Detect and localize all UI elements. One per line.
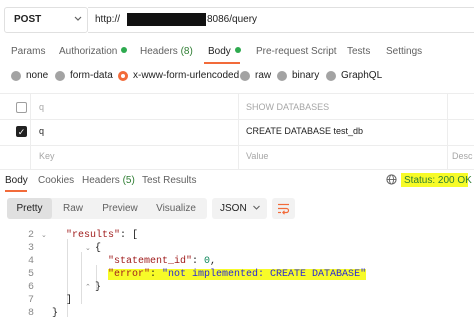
fold-icon[interactable]: ⌄	[41, 232, 49, 241]
json-punctuation: ,	[210, 256, 217, 267]
view-raw-button[interactable]: Raw	[53, 198, 93, 219]
code-line: 4 "statement_id": 0,	[0, 256, 474, 269]
tab-pre-request-script[interactable]: Pre-request Script	[256, 46, 337, 57]
wrap-lines-icon	[277, 202, 290, 218]
code-line: 5 "error": "not implemented: CREATE DATA…	[0, 269, 474, 282]
tab-settings[interactable]: Settings	[386, 46, 422, 57]
chevron-down-icon	[73, 12, 83, 29]
key-placeholder[interactable]: Key	[39, 151, 55, 161]
radio-x-www-form-urlencoded[interactable]: x-www-form-urlencoded	[118, 70, 239, 81]
radio-icon	[326, 70, 336, 81]
json-string: "not implemented: CREATE DATABASE"	[162, 269, 367, 280]
view-preview-button[interactable]: Preview	[95, 198, 145, 219]
code-line: 8 }	[0, 308, 474, 321]
tab-headers[interactable]: Headers (8)	[140, 46, 193, 57]
table-border	[0, 145, 474, 146]
description-placeholder[interactable]: Desc	[452, 151, 473, 161]
json-key: "statement_id"	[108, 256, 193, 267]
method-label: POST	[14, 14, 42, 25]
chevron-down-icon	[252, 202, 261, 216]
json-punctuation: }	[95, 282, 102, 293]
line-number: 3	[27, 243, 34, 254]
url-prefix: http://	[95, 14, 121, 25]
params-table: q SHOW DATABASES ✓ q CREATE DATABASE tes…	[0, 93, 474, 173]
table-border	[0, 93, 474, 94]
table-border	[0, 119, 474, 120]
highlighted-error-line: "error": "not implemented: CREATE DATABA…	[108, 269, 367, 280]
body-status-dot	[234, 47, 241, 53]
json-punctuation: ]	[66, 295, 73, 306]
code-line: 7 ]	[0, 295, 474, 308]
view-visualize-button[interactable]: Visualize	[147, 198, 205, 219]
line-number: 4	[27, 256, 34, 267]
radio-raw[interactable]: raw	[240, 70, 271, 81]
table-border	[0, 169, 474, 170]
tab-params[interactable]: Params	[11, 46, 45, 57]
table-divider	[238, 93, 239, 169]
value-placeholder[interactable]: Value	[246, 151, 268, 161]
format-label: JSON	[220, 203, 247, 214]
response-tab-headers[interactable]: Headers (5)	[82, 175, 135, 186]
line-number: 5	[27, 269, 34, 280]
radio-icon	[277, 70, 287, 81]
line-number: 6	[27, 282, 34, 293]
radio-graphql[interactable]: GraphQL	[326, 70, 382, 81]
json-punctuation: :	[150, 269, 163, 280]
tab-authorization[interactable]: Authorization	[59, 46, 128, 57]
response-tabs: Body Cookies Headers (5) Test Results St…	[0, 173, 474, 193]
format-select[interactable]: JSON	[212, 198, 267, 219]
url-bar: POST http:// 8086/query	[0, 4, 474, 34]
response-tab-body[interactable]: Body	[5, 175, 28, 186]
method-select[interactable]: POST	[4, 7, 88, 33]
json-punctuation: :	[192, 256, 205, 267]
active-tab-indicator	[5, 190, 27, 192]
response-body-code[interactable]: 2 ⌄ "results": [ 3 ⌄ { 4 "statement_id":…	[0, 224, 474, 325]
row-checkbox-checked[interactable]: ✓	[16, 126, 27, 137]
body-type-options: none form-data x-www-form-urlencoded raw…	[0, 70, 474, 86]
fold-icon[interactable]: ⌃	[85, 284, 93, 293]
fold-icon[interactable]: ⌄	[85, 245, 93, 254]
url-input[interactable]: http:// 8086/query	[88, 7, 474, 33]
tab-tests[interactable]: Tests	[347, 46, 370, 57]
row-key[interactable]: q	[39, 126, 44, 136]
json-key: "results"	[66, 230, 121, 241]
radio-form-data[interactable]: form-data	[55, 70, 113, 81]
json-punctuation: : [	[120, 230, 139, 241]
json-punctuation: {	[95, 243, 102, 254]
response-toolbar: Pretty Raw Preview Visualize JSON	[0, 195, 474, 223]
json-key: "error"	[108, 269, 151, 280]
status-badge[interactable]: Status: 200 OK	[404, 175, 472, 186]
url-redaction	[127, 13, 206, 26]
radio-none[interactable]: none	[11, 70, 48, 81]
response-tab-cookies[interactable]: Cookies	[38, 175, 74, 186]
line-number: 8	[27, 308, 34, 319]
row-key[interactable]: q	[39, 102, 44, 112]
auth-status-dot	[121, 47, 128, 53]
code-line: 2 ⌄ "results": [	[0, 230, 474, 243]
code-line: 3 ⌄ {	[0, 243, 474, 256]
radio-icon	[240, 70, 250, 81]
row-value[interactable]: SHOW DATABASES	[246, 102, 329, 112]
line-number: 2	[27, 230, 34, 241]
view-mode-switcher: Pretty Raw Preview Visualize	[7, 198, 207, 219]
view-pretty-button[interactable]: Pretty	[7, 198, 52, 219]
wrap-lines-button[interactable]	[272, 198, 295, 219]
tab-body[interactable]: Body	[208, 46, 241, 57]
json-punctuation: }	[52, 308, 59, 319]
row-value[interactable]: CREATE DATABASE test_db	[246, 126, 363, 136]
globe-icon[interactable]	[386, 174, 397, 185]
url-suffix: 8086/query	[207, 14, 258, 25]
code-line: 6 ⌃ }	[0, 282, 474, 295]
request-tabs: Params Authorization Headers (8) Body Pr…	[0, 44, 474, 66]
response-tab-test-results[interactable]: Test Results	[142, 175, 196, 186]
radio-selected-icon	[118, 70, 128, 81]
table-divider	[447, 93, 448, 169]
active-tab-indicator	[204, 62, 240, 64]
line-number: 7	[27, 295, 34, 306]
radio-binary[interactable]: binary	[277, 70, 319, 81]
radio-icon	[11, 70, 21, 81]
row-checkbox[interactable]	[16, 102, 27, 113]
table-divider	[30, 93, 31, 169]
radio-icon	[55, 70, 65, 81]
